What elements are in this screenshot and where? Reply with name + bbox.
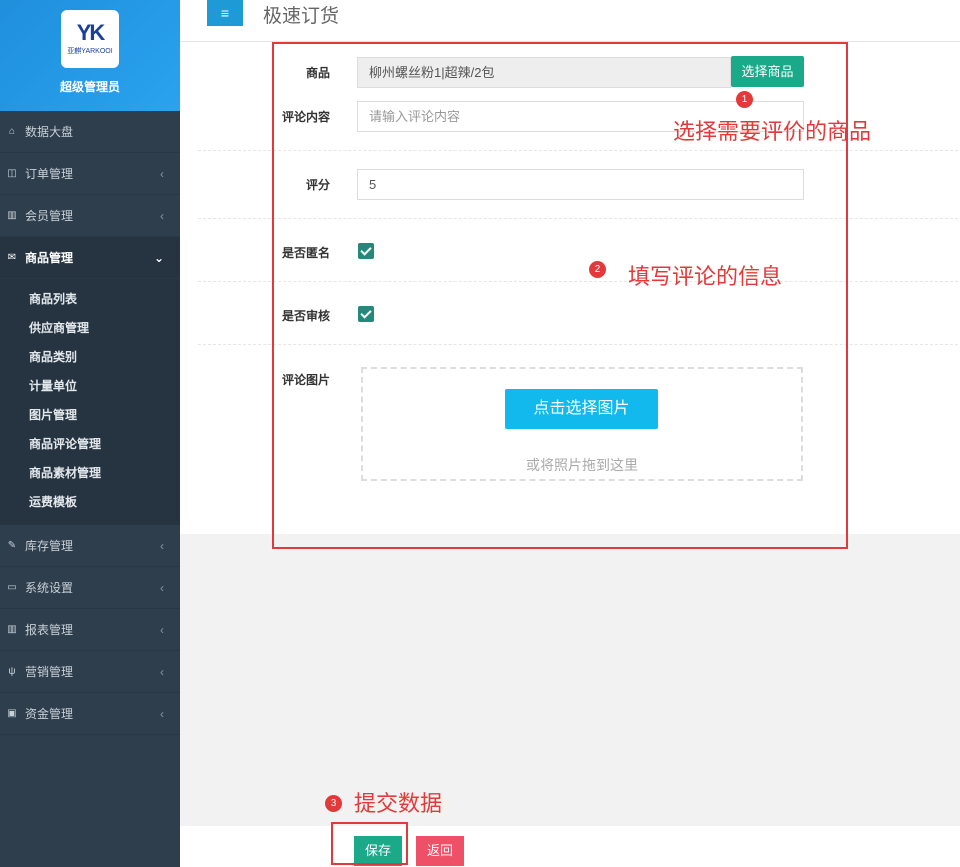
submenu-item-units[interactable]: 计量单位 bbox=[0, 372, 180, 401]
brand-area: YK 亚麒YARKOOI 超级管理员 bbox=[0, 0, 180, 111]
bar-chart-icon: ▥ bbox=[7, 624, 17, 635]
sidebar-item-finance[interactable]: ▣ 资金管理 ‹ bbox=[0, 693, 180, 735]
sidebar: YK 亚麒YARKOOI 超级管理员 ⌂ 数据大盘 ◫ 订单管理 ‹ ▥ 会员管… bbox=[0, 0, 180, 867]
logo-mark: YK bbox=[76, 20, 106, 45]
content-background bbox=[180, 534, 960, 826]
edit-icon: ✎ bbox=[7, 540, 17, 551]
footer-bar bbox=[180, 826, 960, 867]
logo: YK 亚麒YARKOOI bbox=[61, 10, 119, 68]
sidebar-item-label: 系统设置 bbox=[25, 581, 74, 595]
cutlery-icon: ψ bbox=[8, 666, 16, 677]
sidebar-item-label: 库存管理 bbox=[25, 539, 74, 553]
home-icon: ⌂ bbox=[8, 126, 16, 137]
chevron-left-icon: ‹ bbox=[160, 706, 164, 721]
bar-chart-icon: ▥ bbox=[7, 210, 17, 221]
sidebar-menu-lower: ✎ 库存管理 ‹ ▭ 系统设置 ‹ ▥ 报表管理 ‹ ψ 营销管理 ‹ ▣ 资金… bbox=[0, 525, 180, 735]
sidebar-item-reports[interactable]: ▥ 报表管理 ‹ bbox=[0, 609, 180, 651]
submenu-item-images[interactable]: 图片管理 bbox=[0, 401, 180, 430]
envelope-icon: ✉ bbox=[7, 252, 17, 263]
annotation-box-save bbox=[331, 822, 408, 865]
menu-toggle-icon[interactable]: ≡ bbox=[207, 0, 243, 26]
sidebar-item-label: 订单管理 bbox=[25, 167, 74, 181]
sidebar-menu: ⌂ 数据大盘 ◫ 订单管理 ‹ ▥ 会员管理 ‹ ✉ 商品管理 ⌄ bbox=[0, 111, 180, 279]
annotation-badge-2: 2 bbox=[589, 261, 606, 278]
top-header: ≡ 极速订货 bbox=[180, 0, 960, 42]
sidebar-item-orders[interactable]: ◫ 订单管理 ‹ bbox=[0, 153, 180, 195]
annotation-badge-1: 1 bbox=[736, 91, 753, 108]
money-icon: ▣ bbox=[7, 708, 17, 719]
columns-icon: ◫ bbox=[7, 168, 17, 179]
submenu-item-product-list[interactable]: 商品列表 bbox=[0, 285, 180, 314]
back-button[interactable]: 返回 bbox=[416, 836, 464, 866]
chevron-left-icon: ‹ bbox=[160, 166, 164, 181]
products-submenu: 商品列表 供应商管理 商品类别 计量单位 图片管理 商品评论管理 商品素材管理 … bbox=[0, 279, 180, 525]
chevron-left-icon: ‹ bbox=[160, 664, 164, 679]
desktop-icon: ▭ bbox=[7, 582, 17, 593]
sidebar-item-label: 营销管理 bbox=[25, 665, 74, 679]
sidebar-item-label: 会员管理 bbox=[25, 209, 74, 223]
sidebar-item-products[interactable]: ✉ 商品管理 ⌄ bbox=[0, 237, 180, 279]
annotation-text-1: 选择需要评价的商品 bbox=[673, 119, 872, 144]
annotation-text-2: 填写评论的信息 bbox=[628, 264, 783, 289]
sidebar-item-members[interactable]: ▥ 会员管理 ‹ bbox=[0, 195, 180, 237]
logo-text: 亚麒YARKOOI bbox=[67, 48, 113, 55]
sidebar-item-dashboard[interactable]: ⌂ 数据大盘 bbox=[0, 111, 180, 153]
chevron-left-icon: ‹ bbox=[160, 622, 164, 637]
chevron-down-icon: ⌄ bbox=[153, 250, 164, 265]
sidebar-item-label: 报表管理 bbox=[25, 623, 74, 637]
sidebar-item-label: 资金管理 bbox=[25, 707, 74, 721]
submenu-item-suppliers[interactable]: 供应商管理 bbox=[0, 314, 180, 343]
sidebar-item-marketing[interactable]: ψ 营销管理 ‹ bbox=[0, 651, 180, 693]
submenu-item-categories[interactable]: 商品类别 bbox=[0, 343, 180, 372]
sidebar-item-settings[interactable]: ▭ 系统设置 ‹ bbox=[0, 567, 180, 609]
annotation-badge-3: 3 bbox=[325, 795, 342, 812]
submenu-item-reviews[interactable]: 商品评论管理 bbox=[0, 430, 180, 459]
chevron-left-icon: ‹ bbox=[160, 538, 164, 553]
sidebar-item-label: 数据大盘 bbox=[25, 125, 74, 139]
submenu-item-shipping-templates[interactable]: 运费模板 bbox=[0, 488, 180, 517]
sidebar-item-inventory[interactable]: ✎ 库存管理 ‹ bbox=[0, 525, 180, 567]
submenu-item-materials[interactable]: 商品素材管理 bbox=[0, 459, 180, 488]
user-role: 超级管理员 bbox=[59, 80, 120, 94]
annotation-text-3: 提交数据 bbox=[354, 791, 443, 816]
page-title: 极速订货 bbox=[263, 6, 340, 27]
chevron-left-icon: ‹ bbox=[160, 580, 164, 595]
sidebar-item-label: 商品管理 bbox=[25, 251, 74, 265]
chevron-left-icon: ‹ bbox=[160, 208, 164, 223]
